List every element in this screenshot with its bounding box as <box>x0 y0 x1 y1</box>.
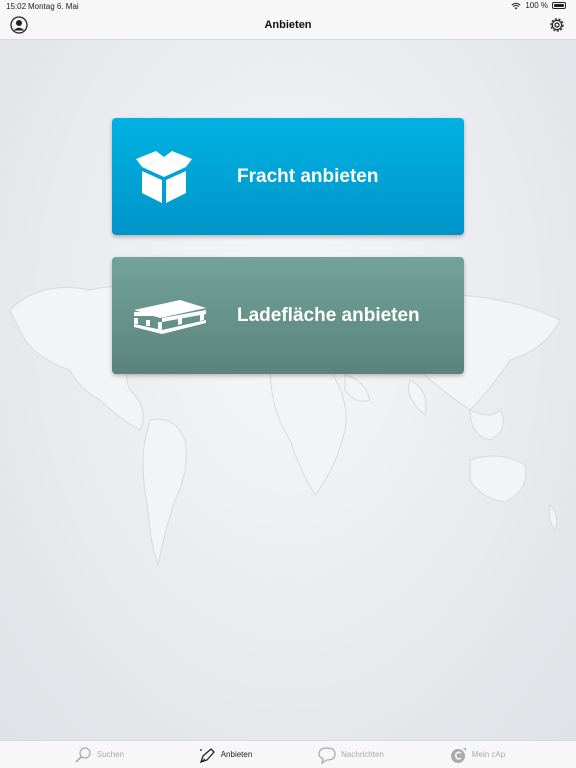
pen-icon <box>199 747 215 763</box>
tab-label: Mein cAp <box>471 750 506 759</box>
status-date: Montag 6. Mai <box>28 2 79 11</box>
pallet-icon <box>134 299 206 334</box>
tab-label: Nachrichten <box>341 750 384 759</box>
tab-label: Suchen <box>96 750 125 759</box>
offer-freight-label: Fracht anbieten <box>237 165 379 187</box>
tab-anbieten[interactable]: Anbieten <box>162 741 288 768</box>
wifi-icon <box>511 2 521 9</box>
main-content: Fracht anbieten Ladefläche anbieten <box>0 40 576 740</box>
battery-icon <box>552 2 566 9</box>
cap-logo-icon <box>450 747 466 763</box>
tab-mein-cap[interactable]: Mein cAp <box>414 741 540 768</box>
tab-suchen[interactable]: Suchen <box>36 741 162 768</box>
tab-label: Anbieten <box>220 750 253 759</box>
nav-bar: Anbieten <box>0 12 576 40</box>
chat-icon <box>318 746 336 764</box>
offer-cargo-space-label: Ladefläche anbieten <box>237 304 420 326</box>
offer-cargo-space-button[interactable]: Ladefläche anbieten <box>112 257 464 374</box>
status-bar: 15:02 Montag 6. Mai 100 % <box>0 0 576 12</box>
tab-nachrichten[interactable]: Nachrichten <box>288 741 414 768</box>
tab-bar: Suchen Anbieten Nachrichten Mein cAp <box>0 740 576 768</box>
battery-percent: 100 % <box>525 1 548 10</box>
page-title: Anbieten <box>264 19 312 31</box>
box-icon <box>136 150 192 203</box>
offer-freight-button[interactable]: Fracht anbieten <box>112 118 464 235</box>
status-time: 15:02 <box>6 2 27 11</box>
search-icon <box>75 746 91 763</box>
gear-icon[interactable] <box>548 16 566 34</box>
status-right: 100 % <box>511 1 566 10</box>
